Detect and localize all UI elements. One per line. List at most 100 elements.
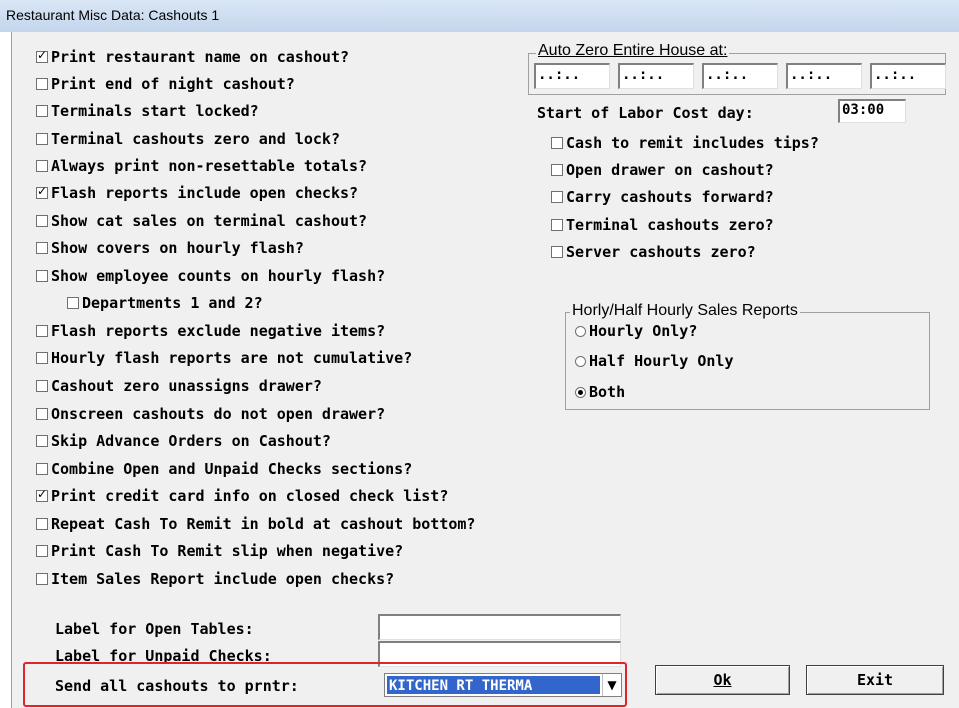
- checkbox-label: Flash reports exclude negative items?: [51, 322, 386, 340]
- checkbox-label: Cashout zero unassigns drawer?: [51, 377, 322, 395]
- left-checkbox-10[interactable]: Flash reports exclude negative items?: [36, 322, 385, 340]
- right-checkbox-2[interactable]: Carry cashouts forward?: [551, 188, 774, 206]
- auto-zero-title: Auto Zero Entire House at:: [536, 42, 730, 60]
- checkbox-label: Show employee counts on hourly flash?: [51, 267, 386, 285]
- checkbox-box[interactable]: [36, 487, 48, 502]
- checkbox-box[interactable]: [36, 133, 48, 145]
- left-checkbox-3[interactable]: Terminal cashouts zero and lock?: [36, 130, 340, 148]
- left-checkbox-2[interactable]: Terminals start locked?: [36, 102, 259, 120]
- checkbox-label: Print restaurant name on cashout?: [51, 48, 350, 66]
- ok-button-label: Ok: [713, 671, 732, 689]
- radio-circle[interactable]: [575, 355, 586, 367]
- checkbox-box[interactable]: [36, 518, 48, 530]
- left-checkbox-15[interactable]: Combine Open and Unpaid Checks sections?: [36, 460, 412, 478]
- checkbox-box[interactable]: [36, 545, 48, 557]
- checkbox-box[interactable]: [551, 246, 563, 258]
- checkbox-label: Onscreen cashouts do not open drawer?: [51, 405, 386, 423]
- right-checkbox-3[interactable]: Terminal cashouts zero?: [551, 216, 774, 234]
- sales-report-radio-2[interactable]: Both: [575, 383, 625, 401]
- checkbox-box[interactable]: [36, 242, 48, 254]
- checkbox-label: Repeat Cash To Remit in bold at cashout …: [51, 515, 476, 533]
- checkbox-label: Skip Advance Orders on Cashout?: [51, 432, 331, 450]
- right-checkbox-0[interactable]: Cash to remit includes tips?: [551, 134, 819, 152]
- checkbox-label: Combine Open and Unpaid Checks sections?: [51, 460, 413, 478]
- left-checkbox-12[interactable]: Cashout zero unassigns drawer?: [36, 377, 322, 395]
- checkbox-box[interactable]: [36, 160, 48, 172]
- auto-zero-time-5[interactable]: ..:..: [870, 63, 946, 89]
- window-title: Restaurant Misc Data: Cashouts 1: [6, 7, 220, 23]
- sales-report-radio-0[interactable]: Hourly Only?: [575, 322, 697, 340]
- checkbox-label: Terminal cashouts zero and lock?: [51, 130, 340, 148]
- radio-label: Hourly Only?: [589, 322, 698, 340]
- checkbox-label: Terminal cashouts zero?: [566, 216, 774, 234]
- left-checkbox-17[interactable]: Repeat Cash To Remit in bold at cashout …: [36, 515, 475, 533]
- checkbox-label: Departments 1 and 2?: [82, 294, 263, 312]
- checkbox-box[interactable]: [36, 78, 48, 90]
- checkbox-box[interactable]: [36, 325, 48, 337]
- sales-reports-title: Horly/Half Hourly Sales Reports: [570, 302, 800, 320]
- checkbox-label: Open drawer on cashout?: [566, 161, 774, 179]
- ok-button[interactable]: Ok: [655, 665, 790, 695]
- left-checkbox-14[interactable]: Skip Advance Orders on Cashout?: [36, 432, 331, 450]
- checkbox-box[interactable]: [36, 463, 48, 475]
- radio-circle[interactable]: [575, 325, 586, 337]
- checkbox-box[interactable]: [551, 164, 563, 176]
- checkbox-box[interactable]: [551, 137, 563, 149]
- left-checkbox-7[interactable]: Show covers on hourly flash?: [36, 239, 304, 257]
- checkbox-box[interactable]: [36, 215, 48, 227]
- auto-zero-time-4[interactable]: ..:..: [786, 63, 862, 89]
- checkbox-box[interactable]: [36, 408, 48, 420]
- left-checkbox-0[interactable]: Print restaurant name on cashout?: [36, 48, 349, 66]
- auto-zero-time-2[interactable]: ..:..: [618, 63, 694, 89]
- checkbox-label: Item Sales Report include open checks?: [51, 570, 395, 588]
- checkbox-box[interactable]: [67, 297, 79, 309]
- checkbox-label: Server cashouts zero?: [566, 243, 756, 261]
- labor-cost-label: Start of Labor Cost day:: [537, 104, 754, 122]
- highlight-box: [23, 662, 627, 707]
- checkbox-box[interactable]: [36, 352, 48, 364]
- open-tables-label: Label for Open Tables:: [55, 620, 254, 638]
- left-checkbox-18[interactable]: Print Cash To Remit slip when negative?: [36, 542, 403, 560]
- checkbox-box[interactable]: [551, 219, 563, 231]
- checkbox-box[interactable]: [36, 48, 48, 63]
- checkbox-label: Carry cashouts forward?: [566, 188, 774, 206]
- left-checkbox-13[interactable]: Onscreen cashouts do not open drawer?: [36, 405, 385, 423]
- checkbox-box[interactable]: [36, 105, 48, 117]
- checkbox-box[interactable]: [36, 184, 48, 199]
- checkbox-label: Cash to remit includes tips?: [566, 134, 819, 152]
- checkbox-label: Print Cash To Remit slip when negative?: [51, 542, 404, 560]
- checkbox-box[interactable]: [36, 380, 48, 392]
- right-checkbox-4[interactable]: Server cashouts zero?: [551, 243, 756, 261]
- checkbox-label: Terminals start locked?: [51, 102, 259, 120]
- labor-cost-input[interactable]: 03:00: [838, 99, 906, 123]
- checkbox-label: Show cat sales on terminal cashout?: [51, 212, 368, 230]
- left-checkbox-19[interactable]: Item Sales Report include open checks?: [36, 570, 394, 588]
- checkbox-label: Flash reports include open checks?: [51, 184, 359, 202]
- left-checkbox-6[interactable]: Show cat sales on terminal cashout?: [36, 212, 367, 230]
- left-checkbox-11[interactable]: Hourly flash reports are not cumulative?: [36, 349, 412, 367]
- auto-zero-time-1[interactable]: ..:..: [534, 63, 610, 89]
- auto-zero-time-3[interactable]: ..:..: [702, 63, 778, 89]
- checkbox-label: Print credit card info on closed check l…: [51, 487, 449, 505]
- left-checkbox-5[interactable]: Flash reports include open checks?: [36, 184, 358, 202]
- open-tables-input[interactable]: [378, 614, 621, 640]
- checkbox-box[interactable]: [36, 573, 48, 585]
- left-checkbox-1[interactable]: Print end of night cashout?: [36, 75, 295, 93]
- checkbox-label: Show covers on hourly flash?: [51, 239, 304, 257]
- checkbox-box[interactable]: [551, 191, 563, 203]
- window-title-bar: Restaurant Misc Data: Cashouts 1: [0, 0, 959, 32]
- left-checkbox-16[interactable]: Print credit card info on closed check l…: [36, 487, 448, 505]
- right-checkbox-1[interactable]: Open drawer on cashout?: [551, 161, 774, 179]
- checkbox-label: Always print non-resettable totals?: [51, 157, 368, 175]
- checkbox-label: Print end of night cashout?: [51, 75, 295, 93]
- left-checkbox-8[interactable]: Show employee counts on hourly flash?: [36, 267, 385, 285]
- sales-report-radio-1[interactable]: Half Hourly Only: [575, 352, 734, 370]
- radio-circle[interactable]: [575, 386, 586, 398]
- checkbox-box[interactable]: [36, 435, 48, 447]
- exit-button[interactable]: Exit: [806, 665, 944, 695]
- radio-label: Both: [589, 383, 626, 401]
- left-checkbox-4[interactable]: Always print non-resettable totals?: [36, 157, 367, 175]
- checkbox-box[interactable]: [36, 270, 48, 282]
- checkbox-label: Hourly flash reports are not cumulative?: [51, 349, 413, 367]
- left-checkbox-9[interactable]: Departments 1 and 2?: [67, 294, 263, 312]
